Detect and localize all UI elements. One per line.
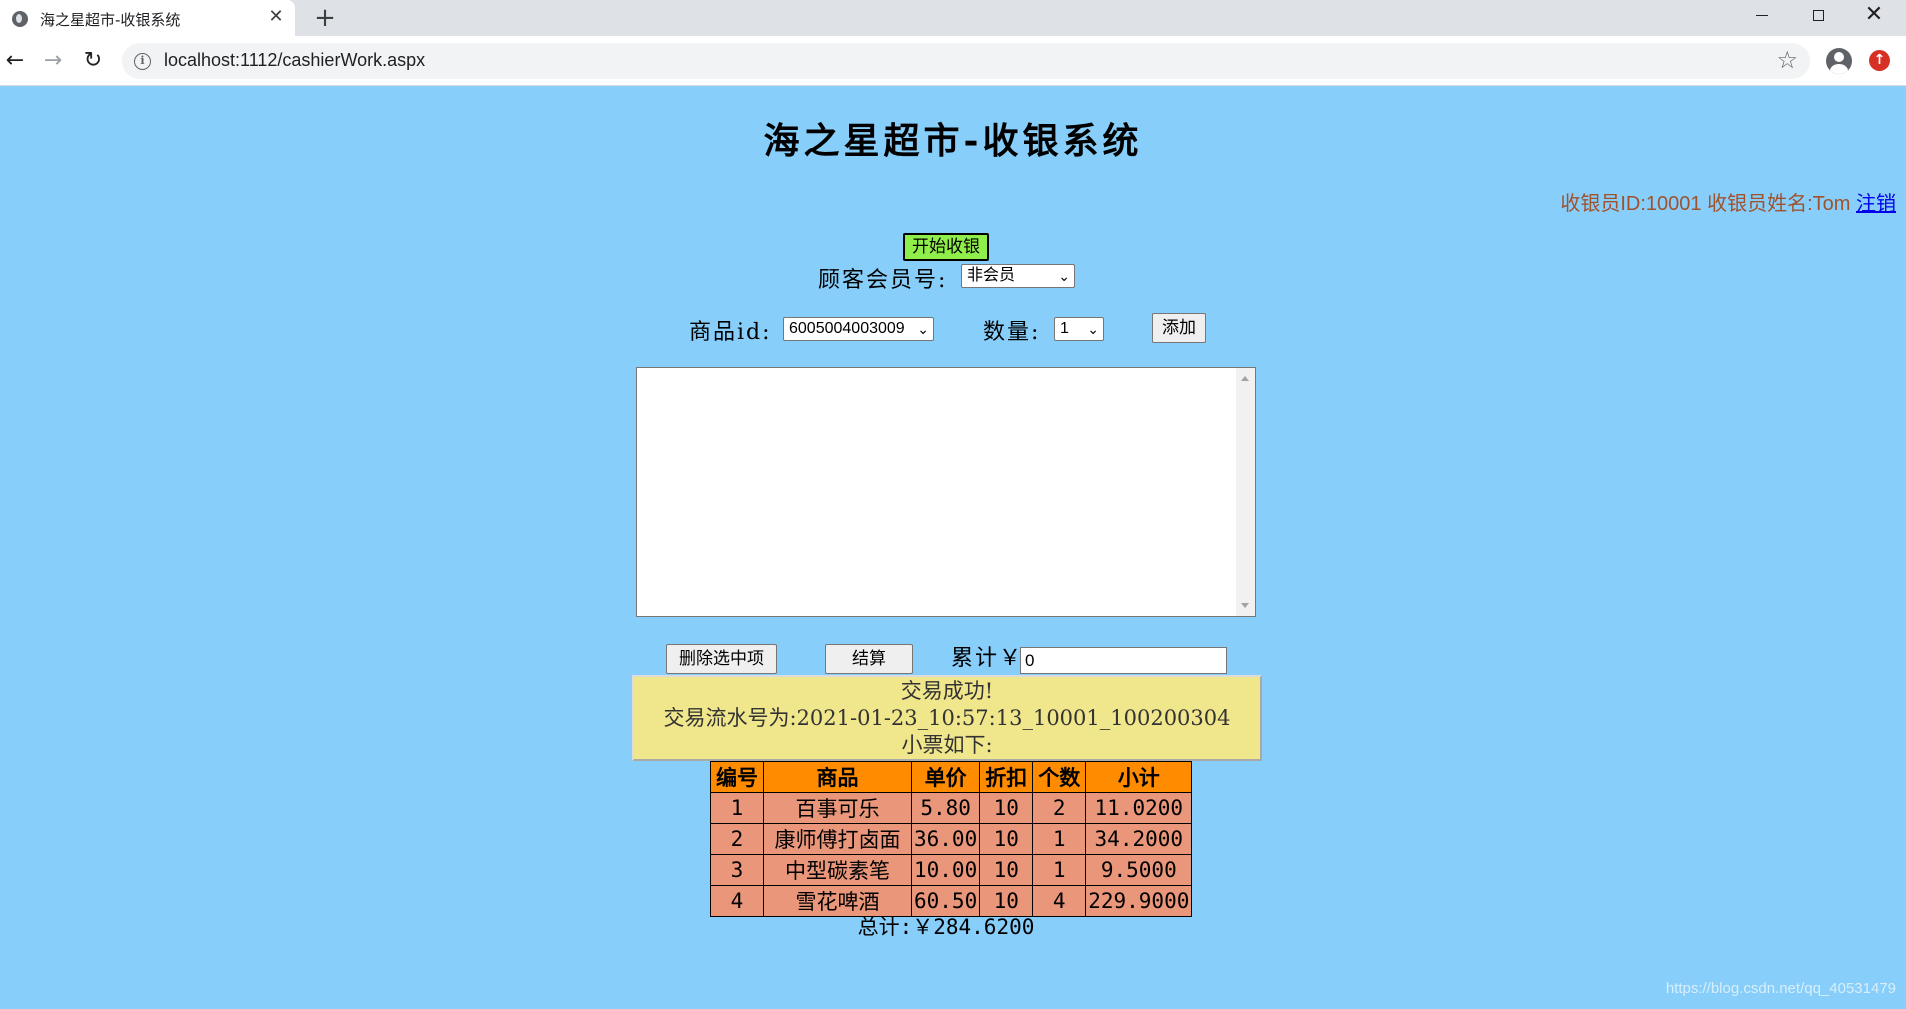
grand-total: 总计:￥284.6200 <box>857 915 1035 939</box>
header-product: 商品 <box>763 761 912 793</box>
start-checkout-button[interactable]: 开始收银 <box>903 233 989 261</box>
header-price: 单价 <box>910 761 981 793</box>
result-receipt-intro: 小票如下: <box>901 733 993 757</box>
cell-price: 36.00 <box>910 823 981 855</box>
running-total-label: 累计￥ <box>951 646 1024 671</box>
globe-icon <box>12 11 28 27</box>
address-bar[interactable]: i localhost:1112/cashierWork.aspx ☆ <box>122 43 1810 79</box>
cell-count: 1 <box>1032 823 1087 855</box>
profile-avatar-icon[interactable] <box>1826 48 1852 74</box>
member-select[interactable]: 非会员 ⌄ <box>961 264 1075 288</box>
cell-discount: 10 <box>979 854 1034 886</box>
product-id-select[interactable]: 6005004003009 ⌄ <box>783 317 934 341</box>
cell-price: 5.80 <box>910 792 981 824</box>
cell-product: 中型碳素笔 <box>763 854 912 886</box>
update-icon[interactable]: ↑ <box>1869 50 1890 71</box>
url-text[interactable]: localhost:1112/cashierWork.aspx <box>164 50 425 71</box>
tab-close-icon[interactable]: ✕ <box>264 5 288 29</box>
member-label: 顾客会员号: <box>818 268 948 293</box>
delete-selected-button[interactable]: 删除选中项 <box>666 644 777 674</box>
table-row: 1 百事可乐 5.80 10 2 11.0200 <box>710 792 1193 824</box>
running-total-input[interactable]: 0 <box>1020 647 1227 674</box>
tab-strip: 海之星超市-收银系统 ✕ + ✕ <box>0 0 1906 36</box>
cell-no: 2 <box>710 823 764 855</box>
member-select-value: 非会员 <box>967 267 1016 284</box>
scroll-up-icon[interactable] <box>1241 376 1249 381</box>
page-title: 海之星超市-收银系统 <box>763 120 1143 162</box>
quantity-select[interactable]: 1 ⌄ <box>1054 317 1104 341</box>
new-tab-button[interactable]: + <box>310 3 340 33</box>
cart-listbox[interactable] <box>636 367 1256 617</box>
restore-icon <box>1812 9 1824 21</box>
add-button[interactable]: 添加 <box>1152 313 1206 343</box>
cell-subtotal: 34.2000 <box>1085 823 1193 855</box>
result-serial: 交易流水号为:2021-01-23_10:57:13_10001_1002003… <box>663 706 1231 730</box>
window-close-button[interactable]: ✕ <box>1846 0 1902 32</box>
minimize-button[interactable] <box>1734 0 1790 32</box>
header-no: 编号 <box>710 761 764 793</box>
back-button[interactable]: ← <box>0 46 30 76</box>
checkout-button[interactable]: 结算 <box>825 644 913 674</box>
minimize-icon <box>1756 14 1768 16</box>
cell-count: 2 <box>1032 792 1087 824</box>
cell-discount: 10 <box>979 792 1034 824</box>
scroll-down-icon[interactable] <box>1241 603 1249 608</box>
cell-discount: 10 <box>979 823 1034 855</box>
receipt-table: 编号 商品 单价 折扣 个数 小计 1 百事可乐 5.80 10 2 11.02… <box>710 761 1193 917</box>
quantity-value: 1 <box>1060 320 1069 337</box>
receipt-header-row: 编号 商品 单价 折扣 个数 小计 <box>710 761 1193 793</box>
forward-button[interactable]: → <box>38 46 68 76</box>
header-count: 个数 <box>1032 761 1087 793</box>
cell-product: 百事可乐 <box>763 792 912 824</box>
table-row: 3 中型碳素笔 10.00 10 1 9.5000 <box>710 854 1193 886</box>
table-row: 2 康师傅打卤面 36.00 10 1 34.2000 <box>710 823 1193 855</box>
cell-count: 1 <box>1032 854 1087 886</box>
info-icon[interactable]: i <box>134 53 151 70</box>
listbox-scrollbar[interactable] <box>1236 368 1255 616</box>
chevron-down-icon: ⌄ <box>1087 321 1099 337</box>
logout-link[interactable]: 注销 <box>1856 193 1896 215</box>
result-success: 交易成功! <box>900 679 994 703</box>
cell-price: 10.00 <box>910 854 981 886</box>
chevron-down-icon: ⌄ <box>1058 268 1070 284</box>
cell-product: 康师傅打卤面 <box>763 823 912 855</box>
product-id-label: 商品id: <box>689 320 772 345</box>
chevron-down-icon: ⌄ <box>917 321 929 337</box>
watermark: https://blog.csdn.net/qq_40531479 <box>1665 980 1896 997</box>
reload-button[interactable]: ↻ <box>78 46 108 76</box>
header-discount: 折扣 <box>979 761 1034 793</box>
cell-no: 3 <box>710 854 764 886</box>
restore-button[interactable] <box>1790 0 1846 32</box>
cashier-info-text: 收银员ID:10001 收银员姓名:Tom <box>1560 193 1851 215</box>
quantity-label: 数量: <box>983 320 1041 345</box>
cashier-info: 收银员ID:10001 收银员姓名:Tom 注销 <box>1560 187 1896 216</box>
product-id-value: 6005004003009 <box>789 320 905 337</box>
cell-subtotal: 9.5000 <box>1085 854 1193 886</box>
transaction-result: 交易成功! 交易流水号为:2021-01-23_10:57:13_10001_1… <box>632 675 1262 761</box>
bookmark-star-icon[interactable]: ☆ <box>1776 46 1798 74</box>
cell-subtotal: 11.0200 <box>1085 792 1193 824</box>
browser-toolbar: ← → ↻ i localhost:1112/cashierWork.aspx … <box>0 36 1906 86</box>
cell-no: 1 <box>710 792 764 824</box>
tab-title: 海之星超市-收银系统 <box>40 11 181 29</box>
tab-active[interactable]: 海之星超市-收银系统 ✕ <box>0 0 295 36</box>
header-subtotal: 小计 <box>1085 761 1193 793</box>
